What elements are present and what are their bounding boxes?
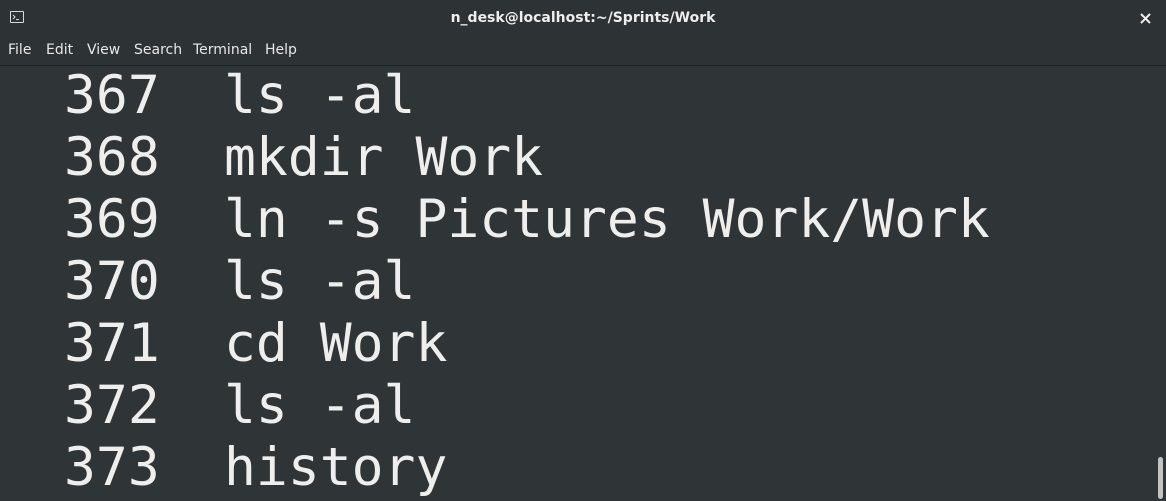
history-command: ls -al [224,251,416,312]
history-command: ln -s Pictures Work/Work [224,189,990,250]
menu-file[interactable]: File [8,36,31,65]
menu-view[interactable]: View [87,36,120,65]
history-number: 369 [64,189,160,250]
history-command: cd Work [224,313,448,374]
window-title: n_desk@localhost:~/Sprints/Work [450,10,716,26]
history-line: 370 ls -al [0,251,415,313]
terminal-window: n_desk@localhost:~/Sprints/Work File Edi… [0,0,1166,501]
scrollbar[interactable] [1155,66,1166,501]
history-command: ls -al [224,66,416,126]
history-line: 371 cd Work [0,313,447,375]
scrollbar-thumb[interactable] [1158,457,1163,499]
close-button[interactable] [1138,9,1154,27]
menu-help[interactable]: Help [265,36,297,65]
close-icon [1140,13,1151,24]
history-number: 372 [64,375,160,436]
menu-terminal[interactable]: Terminal [193,36,252,65]
history-number: 371 [64,313,160,374]
history-number: 367 [64,66,160,126]
history-line: 372 ls -al [0,375,415,437]
history-number: 373 [64,437,160,498]
menu-search[interactable]: Search [134,36,182,65]
history-number: 370 [64,251,160,312]
history-command: history [224,437,448,498]
history-number: 368 [64,127,160,188]
terminal-output[interactable]: 367 ls -al 368 mkdir Work 369 ln -s Pict… [0,66,1155,501]
title-bar[interactable]: n_desk@localhost:~/Sprints/Work [0,0,1166,36]
history-command: ls -al [224,375,416,436]
menu-bar: File Edit View Search Terminal Help [0,36,1166,66]
history-line: 367 ls -al [0,66,415,127]
history-line: 373 history [0,437,447,499]
history-line: 368 mkdir Work [0,127,543,189]
history-command: mkdir Work [224,127,544,188]
menu-edit[interactable]: Edit [46,36,73,65]
history-line: 369 ln -s Pictures Work/Work [0,189,990,251]
